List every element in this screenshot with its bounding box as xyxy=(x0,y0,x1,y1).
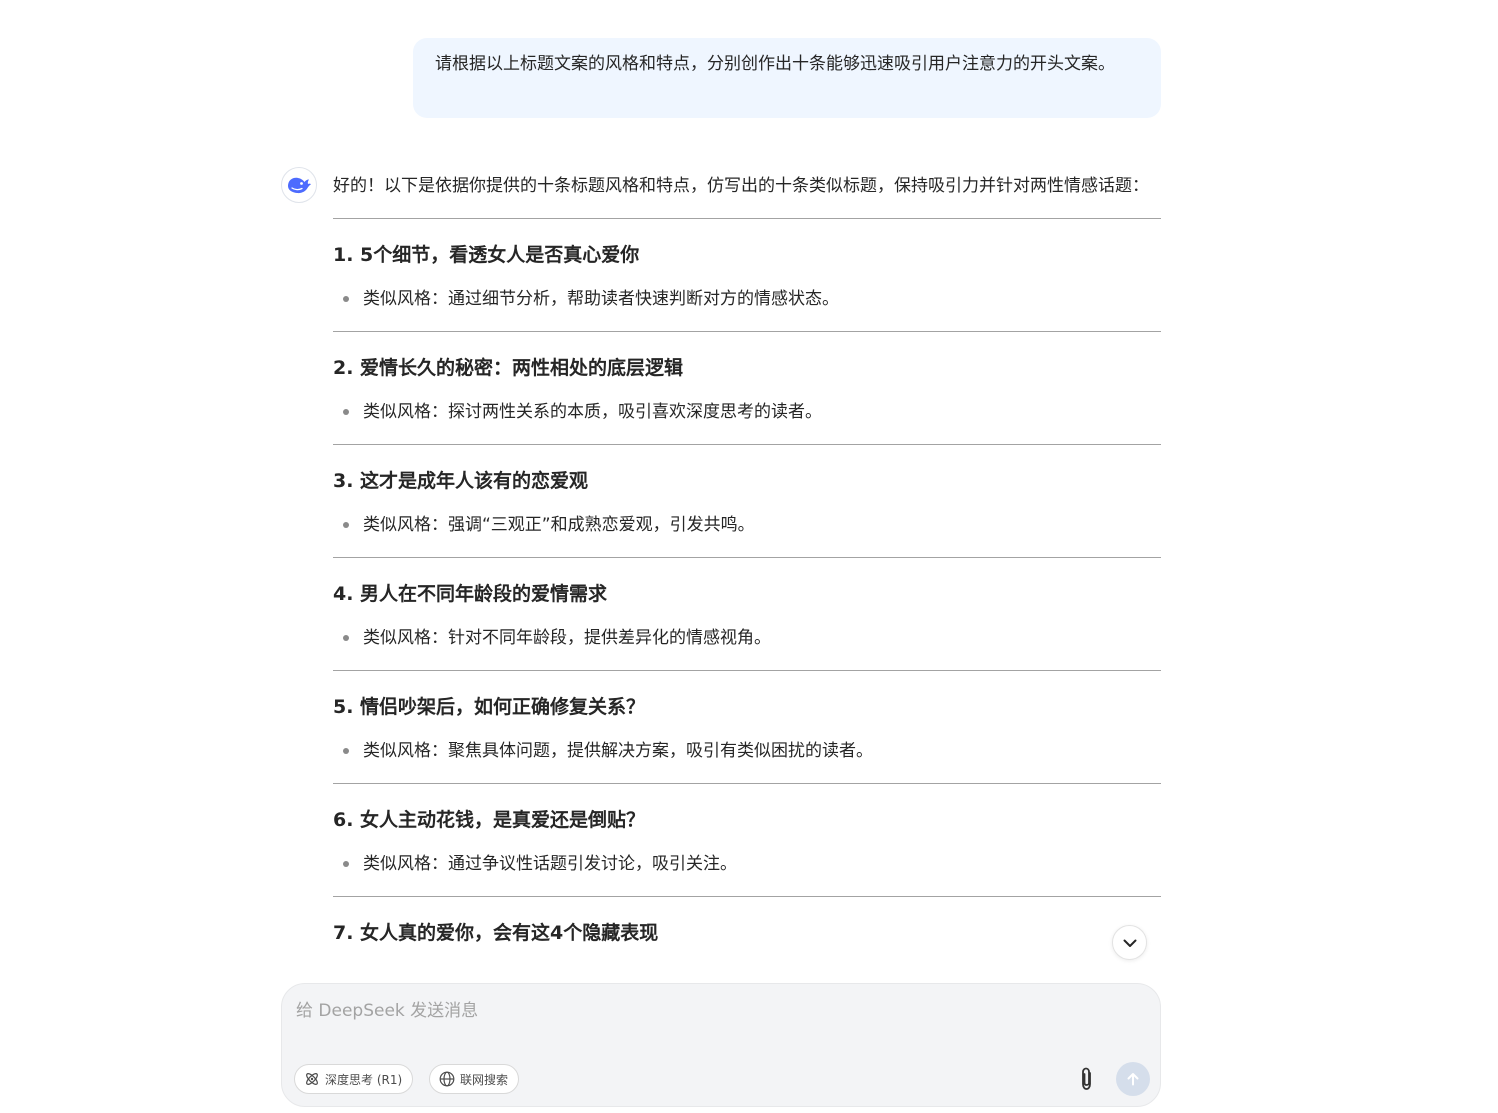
deepseek-whale-icon xyxy=(288,177,311,194)
list-item: 3. 这才是成年人该有的恋爱观 类似风格：强调“三观正”和成熟恋爱观，引发共鸣。 xyxy=(333,444,1161,557)
user-message-text: 请根据以上标题文案的风格和特点，分别创作出十条能够迅速吸引用户注意力的开头文案。 xyxy=(435,54,1115,74)
item-bullet: 类似风格：通过细节分析，帮助读者快速判断对方的情感状态。 xyxy=(333,286,1161,312)
message-input[interactable] xyxy=(296,998,1076,1024)
send-button[interactable] xyxy=(1116,1062,1150,1096)
list-item: 5. 情侣吵架后，如何正确修复关系？ 类似风格：聚焦具体问题，提供解决方案，吸引… xyxy=(333,670,1161,783)
list-item: 6. 女人主动花钱，是真爱还是倒贴？ 类似风格：通过争议性话题引发讨论，吸引关注… xyxy=(333,783,1161,896)
bullet-dot xyxy=(343,296,349,302)
item-bullet-text: 类似风格：通过细节分析，帮助读者快速判断对方的情感状态。 xyxy=(363,289,839,309)
chat-area: 请根据以上标题文案的风格和特点，分别创作出十条能够迅速吸引用户注意力的开头文案。… xyxy=(0,0,1498,1113)
item-bullet-text: 类似风格：针对不同年龄段，提供差异化的情感视角。 xyxy=(363,628,771,648)
item-bullet: 类似风格：强调“三观正”和成熟恋爱观，引发共鸣。 xyxy=(333,512,1161,538)
chevron-down-icon xyxy=(1123,939,1136,947)
item-bullet-text: 类似风格：探讨两性关系的本质，吸引喜欢深度思考的读者。 xyxy=(363,402,822,422)
item-bullet: 类似风格：聚焦具体问题，提供解决方案，吸引有类似困扰的读者。 xyxy=(333,738,1161,764)
item-bullet-text: 类似风格：强调“三观正”和成熟恋爱观，引发共鸣。 xyxy=(363,515,755,535)
paperclip-icon xyxy=(1082,1067,1091,1090)
list-item: 2. 爱情长久的秘密：两性相处的底层逻辑 类似风格：探讨两性关系的本质，吸引喜欢… xyxy=(333,331,1161,444)
bullet-dot xyxy=(343,748,349,754)
item-bullet: 类似风格：探讨两性关系的本质，吸引喜欢深度思考的读者。 xyxy=(333,399,1161,425)
web-search-label: 联网搜索 xyxy=(460,1072,509,1087)
assistant-intro: 好的！以下是依据你提供的十条标题风格和特点，仿写出的十条类似标题，保持吸引力并针… xyxy=(333,176,1149,196)
item-bullet-text: 类似风格：聚焦具体问题，提供解决方案，吸引有类似困扰的读者。 xyxy=(363,741,873,761)
item-bullet: 类似风格：针对不同年龄段，提供差异化的情感视角。 xyxy=(333,625,1161,651)
scroll-to-bottom-button[interactable] xyxy=(1112,925,1147,960)
deep-think-toggle[interactable]: 深度思考 (R1) xyxy=(294,1064,414,1094)
attach-file-button[interactable] xyxy=(1075,1064,1099,1094)
item-title: 7. 女人真的爱你，会有这4个隐藏表现 xyxy=(333,922,659,944)
user-message-bubble: 请根据以上标题文案的风格和特点，分别创作出十条能够迅速吸引用户注意力的开头文案。 xyxy=(413,38,1161,118)
item-title: 3. 这才是成年人该有的恋爱观 xyxy=(333,470,589,492)
list-item: 4. 男人在不同年龄段的爱情需求 类似风格：针对不同年龄段，提供差异化的情感视角… xyxy=(333,557,1161,670)
bullet-dot xyxy=(343,635,349,641)
item-title: 2. 爱情长久的秘密：两性相处的底层逻辑 xyxy=(333,357,684,379)
item-bullet-text: 类似风格：通过争议性话题引发讨论，吸引关注。 xyxy=(363,854,737,874)
arrow-up-icon xyxy=(1127,1073,1139,1086)
web-search-toggle[interactable]: 联网搜索 xyxy=(429,1064,520,1094)
item-title: 1. 5个细节，看透女人是否真心爱你 xyxy=(333,244,640,266)
bullet-dot xyxy=(343,409,349,415)
list-item: 1. 5个细节，看透女人是否真心爱你 类似风格：通过细节分析，帮助读者快速判断对… xyxy=(333,218,1161,331)
bullet-dot xyxy=(343,522,349,528)
atom-icon xyxy=(306,1073,318,1085)
deep-think-label: 深度思考 (R1) xyxy=(325,1072,403,1087)
item-bullet: 类似风格：通过争议性话题引发讨论，吸引关注。 xyxy=(333,851,1161,877)
assistant-message: 好的！以下是依据你提供的十条标题风格和特点，仿写出的十条类似标题，保持吸引力并针… xyxy=(333,171,1161,1009)
message-composer: 深度思考 (R1) 联网搜索 xyxy=(281,983,1161,1107)
item-title: 6. 女人主动花钱，是真爱还是倒贴？ xyxy=(333,809,646,831)
item-title: 4. 男人在不同年龄段的爱情需求 xyxy=(333,583,608,605)
assistant-avatar xyxy=(281,167,317,203)
globe-icon xyxy=(439,1071,455,1087)
item-title: 5. 情侣吵架后，如何正确修复关系？ xyxy=(333,696,646,718)
bullet-dot xyxy=(343,861,349,867)
